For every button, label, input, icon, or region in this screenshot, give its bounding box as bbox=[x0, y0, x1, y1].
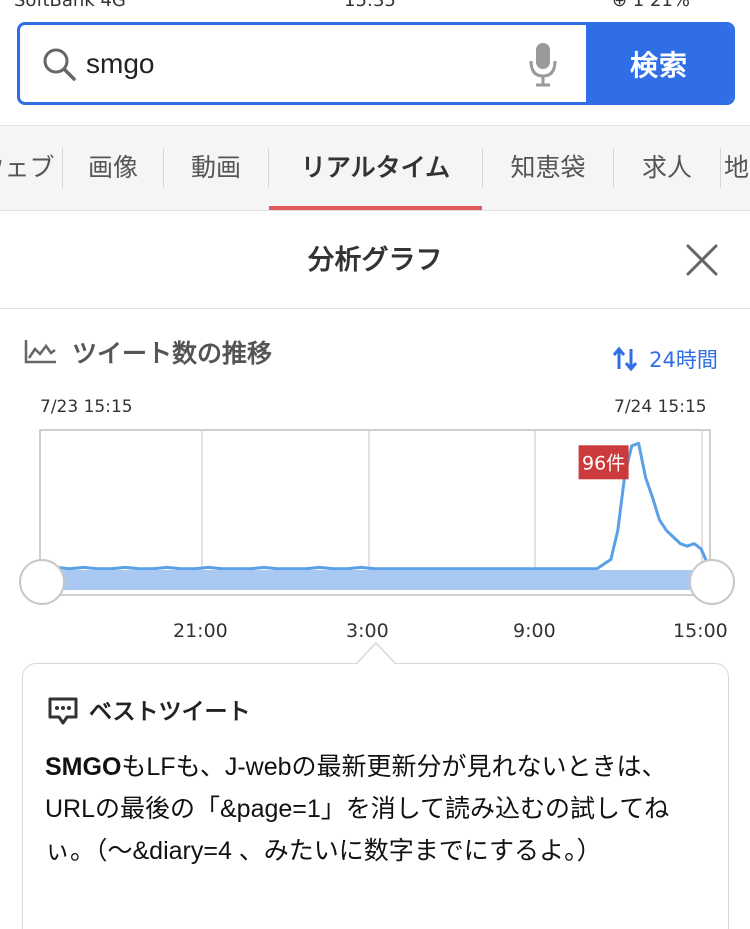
line-graph-icon bbox=[24, 340, 56, 364]
search-icon bbox=[43, 48, 76, 81]
card-pointer bbox=[356, 642, 396, 664]
tab-web[interactable]: ウェブ bbox=[0, 126, 62, 210]
tab-images[interactable]: 画像 bbox=[63, 126, 163, 210]
peak-annotation-label: 96件 bbox=[582, 452, 625, 474]
microphone-icon[interactable] bbox=[526, 41, 560, 87]
speech-bubble-icon bbox=[48, 697, 78, 725]
swap-vertical-icon bbox=[612, 346, 638, 372]
tweet-body: もLFも、J-webの最新更新分が見れないときは、URLの最後の「&page=1… bbox=[45, 753, 670, 865]
close-icon[interactable] bbox=[683, 241, 721, 279]
range-handle-right[interactable] bbox=[689, 559, 735, 605]
best-tweet-card[interactable]: ベストツイート SMGOもLFも、J-webの最新更新分が見れないときは、URL… bbox=[22, 663, 729, 929]
range-toggle[interactable]: 24時間 bbox=[612, 344, 718, 374]
status-bar: SoftBank 4G 15:35 ⊕ 1 21% bbox=[0, 0, 750, 12]
tab-divider bbox=[720, 148, 721, 188]
query-highlight: SMGO bbox=[45, 753, 122, 781]
tweet-count-chart: 96件 bbox=[19, 429, 735, 605]
range-end-label: 7/24 15:15 bbox=[614, 397, 707, 417]
range-selection-bar[interactable] bbox=[42, 570, 712, 590]
x-tick-label: 9:00 bbox=[513, 620, 556, 642]
best-tweet-text: SMGOもLFも、J-webの最新更新分が見れないときは、URLの最後の「&pa… bbox=[45, 746, 705, 872]
tab-videos[interactable]: 動画 bbox=[164, 126, 268, 210]
x-tick-label: 21:00 bbox=[173, 620, 228, 642]
x-tick-label: 3:00 bbox=[346, 620, 389, 642]
peak-annotation: 96件 bbox=[578, 445, 629, 480]
status-time: 15:35 bbox=[344, 0, 396, 11]
search-input[interactable] bbox=[86, 25, 506, 102]
best-tweet-heading: ベストツイート bbox=[89, 699, 251, 725]
tab-jobs[interactable]: 求人 bbox=[614, 126, 720, 210]
range-start-label: 7/23 15:15 bbox=[40, 397, 133, 417]
search-button[interactable]: 検索 bbox=[586, 25, 732, 102]
search-bar: 検索 bbox=[17, 22, 735, 105]
tweet-trend-section-head: ツイート数の推移 24時間 bbox=[24, 330, 734, 372]
search-tabs: ウェブ 画像 動画 リアルタイム 知恵袋 求人 地図 bbox=[0, 125, 750, 211]
x-tick-label: 15:00 bbox=[673, 620, 728, 642]
tab-map[interactable]: 地図 bbox=[724, 126, 750, 210]
analysis-panel-header: 分析グラフ bbox=[0, 212, 750, 309]
range-label: 24時間 bbox=[649, 348, 718, 372]
panel-title: 分析グラフ bbox=[307, 245, 443, 276]
section-title: ツイート数の推移 bbox=[72, 339, 273, 368]
status-indicators: ⊕ 1 21% bbox=[612, 0, 690, 11]
tab-chiebukuro[interactable]: 知恵袋 bbox=[483, 126, 613, 210]
status-carrier: SoftBank 4G bbox=[14, 0, 126, 11]
range-handle-left[interactable] bbox=[19, 559, 65, 605]
tab-realtime[interactable]: リアルタイム bbox=[269, 126, 482, 210]
